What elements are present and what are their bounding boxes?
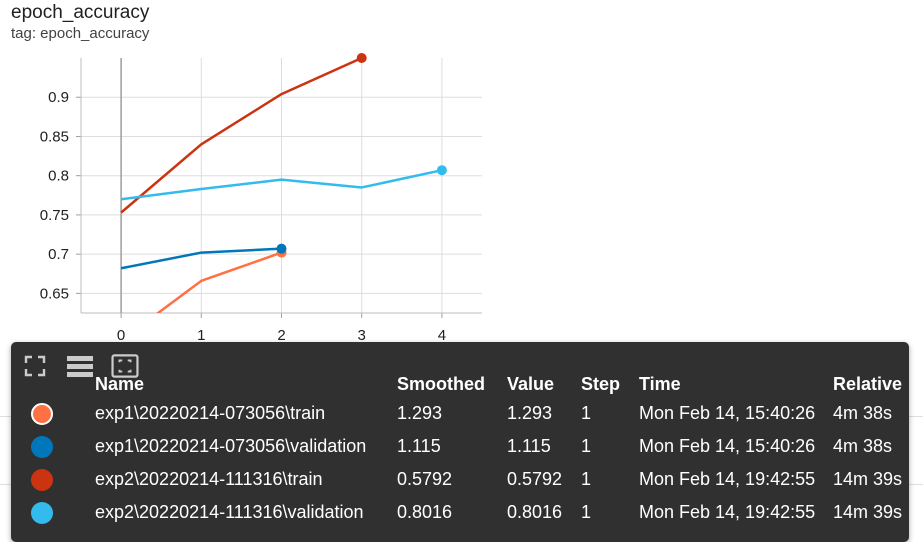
header-relative: Relative xyxy=(833,373,903,394)
series-line xyxy=(120,58,363,214)
header-time: Time xyxy=(639,373,681,394)
run-step: 1 xyxy=(581,436,592,456)
run-color-swatch xyxy=(11,496,95,529)
tooltip-row: exp1\20220214-073056\validation 1.115 1.… xyxy=(11,430,902,463)
run-name: exp1\20220214-073056\train xyxy=(95,403,326,423)
y-tick-label: 0.75 xyxy=(40,207,69,224)
run-smoothed: 1.293 xyxy=(397,403,443,423)
y-tick-label: 0.8 xyxy=(48,168,69,185)
run-time: Mon Feb 14, 15:40:26 xyxy=(639,403,816,423)
run-step: 1 xyxy=(581,502,592,522)
tooltip-header-row: Name Smoothed Value Step Time Relative xyxy=(11,371,902,397)
tooltip-row: exp2\20220214-111316\validation 0.8016 0… xyxy=(11,496,902,529)
chart-tooltip: Name Smoothed Value Step Time Relative e… xyxy=(11,342,909,542)
y-tick-label: 0.7 xyxy=(48,246,69,263)
run-value: 1.115 xyxy=(507,436,551,456)
run-name: exp2\20220214-111316\train xyxy=(95,469,323,489)
run-value: 0.5792 xyxy=(507,469,563,489)
header-value: Value xyxy=(507,373,555,394)
header-swatch xyxy=(11,371,95,397)
accuracy-chart[interactable]: 0.650.70.750.80.850.90 1 2 3 4 xyxy=(0,0,923,345)
y-tick-label: 0.85 xyxy=(40,128,69,145)
run-relative: 4m 38s xyxy=(833,436,893,456)
run-smoothed: 1.115 xyxy=(397,436,441,456)
y-tick-label: 0.65 xyxy=(40,285,69,302)
run-step: 1 xyxy=(581,469,592,489)
run-relative: 14m 39s xyxy=(833,502,903,522)
run-value: 1.293 xyxy=(507,403,553,423)
run-color-swatch xyxy=(11,430,95,463)
header-name: Name xyxy=(95,373,145,394)
y-tick-label: 0.9 xyxy=(48,89,69,106)
run-time: Mon Feb 14, 15:40:26 xyxy=(639,436,816,456)
chart-grid xyxy=(81,58,482,313)
series-hover-point xyxy=(436,165,447,176)
chart-tick-labels: 0.650.70.750.80.850.90 1 2 3 4 xyxy=(40,89,446,344)
run-color-swatch xyxy=(11,397,95,430)
series-hover-point xyxy=(356,53,367,63)
run-color-swatch xyxy=(11,463,95,496)
run-name: exp1\20220214-073056\validation xyxy=(95,436,367,456)
run-value: 0.8016 xyxy=(507,502,563,522)
tooltip-row: exp1\20220214-073056\train 1.293 1.293 1… xyxy=(11,397,902,430)
header-smoothed: Smoothed xyxy=(397,373,485,394)
tooltip-row: exp2\20220214-111316\train 0.5792 0.5792… xyxy=(11,463,902,496)
run-relative: 4m 38s xyxy=(833,403,893,423)
run-time: Mon Feb 14, 19:42:55 xyxy=(639,469,816,489)
run-smoothed: 0.5792 xyxy=(397,469,453,489)
tooltip-table: Name Smoothed Value Step Time Relative e… xyxy=(11,371,902,529)
run-step: 1 xyxy=(581,403,592,423)
series-hover-point xyxy=(276,243,287,254)
header-step: Step xyxy=(581,373,621,394)
run-relative: 14m 39s xyxy=(833,469,903,489)
run-name: exp2\20220214-111316\validation xyxy=(95,502,364,522)
run-smoothed: 0.8016 xyxy=(397,502,453,522)
run-time: Mon Feb 14, 19:42:55 xyxy=(639,502,816,522)
